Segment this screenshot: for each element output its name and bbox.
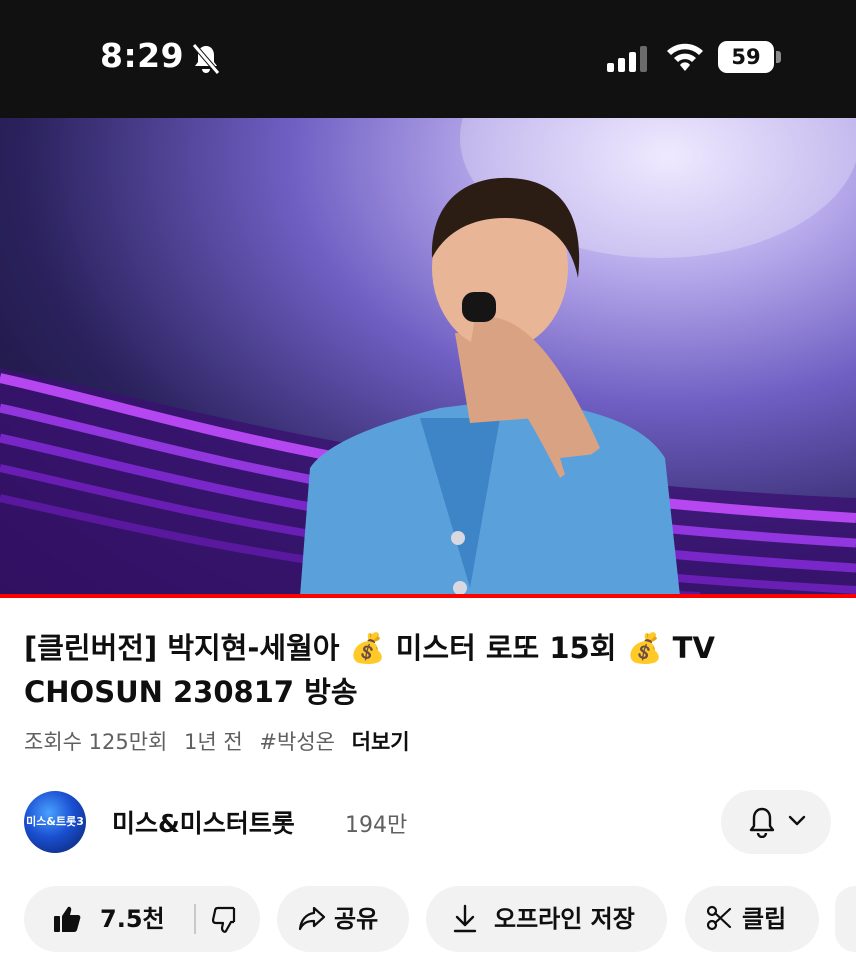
video-title-line2: CHOSUN 230817 방송 — [24, 675, 358, 709]
battery-tip — [776, 51, 781, 63]
share-icon — [298, 906, 326, 931]
progress-played — [0, 594, 856, 598]
channel-avatar[interactable]: 미스&트롯3 — [24, 791, 86, 853]
download-label: 오프라인 저장 — [494, 905, 635, 933]
channel-name[interactable]: 미스&미스터트롯 — [112, 804, 295, 840]
subscriber-count: 194만 — [345, 813, 408, 838]
like-divider — [194, 904, 196, 934]
clip-label: 클립 — [742, 905, 787, 933]
video-meta[interactable]: 조회수 125만회 1년 전 #박성온 더보기 — [24, 726, 420, 756]
download-icon — [453, 904, 477, 933]
wifi-icon — [667, 43, 703, 71]
scissors-icon — [706, 905, 732, 931]
progress-bar[interactable] — [0, 594, 856, 598]
more-actions-button[interactable] — [835, 886, 856, 952]
video-frame — [0, 118, 856, 596]
mute-icon — [192, 43, 220, 75]
hashtag-link[interactable]: #박성온 — [259, 730, 335, 754]
view-count: 조회수 125만회 — [24, 730, 168, 754]
video-player[interactable] — [0, 118, 856, 596]
upload-age: 1년 전 — [184, 730, 243, 754]
battery-level: 59 — [731, 45, 761, 69]
thumbs-down-icon[interactable] — [212, 906, 240, 934]
thumbs-up-icon[interactable] — [52, 904, 82, 934]
status-bar: 8:29 59 — [0, 0, 856, 118]
chevron-down-icon — [788, 815, 806, 826]
video-title[interactable]: [클린버전] 박지현-세월아 💰 미스터 로또 15회 💰 TV CHOSUN … — [24, 626, 824, 714]
battery-icon: 59 — [718, 41, 774, 73]
like-count[interactable]: 7.5천 — [100, 886, 165, 952]
share-label: 공유 — [334, 905, 379, 933]
status-time: 8:29 — [100, 36, 185, 75]
more-button[interactable]: 더보기 — [352, 730, 410, 754]
signal-icon — [607, 46, 647, 72]
video-title-line1: [클린버전] 박지현-세월아 💰 미스터 로또 15회 💰 TV — [24, 631, 715, 665]
avatar-logo-text: 미스&트롯3 — [26, 815, 84, 828]
bell-icon — [749, 807, 775, 838]
